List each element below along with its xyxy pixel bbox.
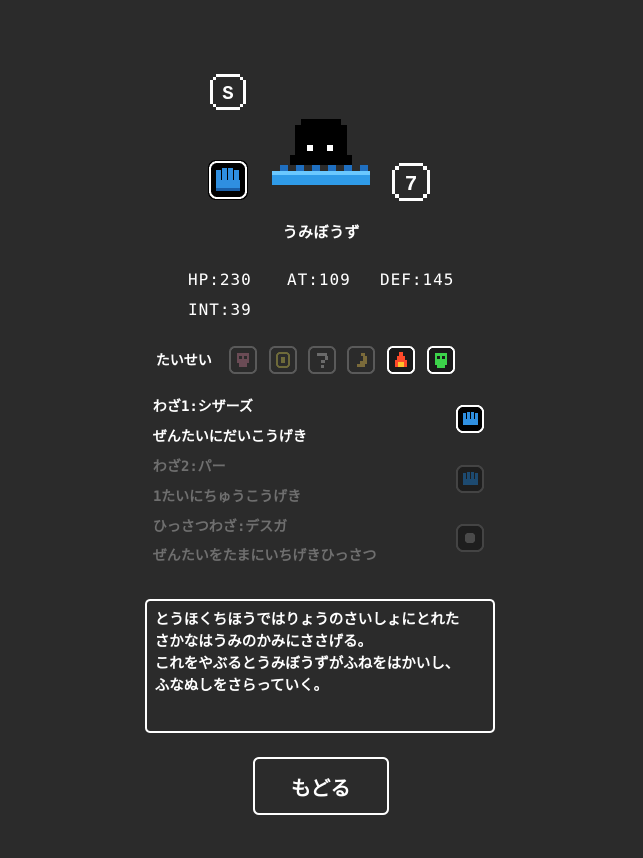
poison-icon bbox=[427, 346, 455, 374]
rank-badge: S bbox=[208, 72, 248, 112]
stat-int: INT:39 bbox=[188, 300, 252, 319]
skill1-scissors-icon bbox=[456, 405, 484, 433]
skill1-name: わざ1:シザーズ bbox=[153, 399, 254, 415]
skull-icon bbox=[229, 346, 257, 374]
level-badge: 7 bbox=[390, 161, 432, 203]
stat-def: DEF:145 bbox=[380, 270, 455, 289]
paralysis-icon bbox=[269, 346, 297, 374]
skill1-description: ぜんたいにだいこうげき bbox=[153, 429, 307, 445]
attack-type-icon bbox=[206, 158, 250, 202]
fire-icon bbox=[387, 346, 415, 374]
special-skill-description: ぜんたいをたまにいちげきひっさつ bbox=[153, 548, 377, 564]
monster-name: うみぼうず bbox=[282, 223, 361, 241]
skill2-name: わざ2:パー bbox=[153, 459, 226, 475]
stat-at: AT:109 bbox=[287, 270, 351, 289]
special-skill-name: ひっさつわざ:デスガ bbox=[153, 519, 288, 535]
rank-text: S bbox=[222, 83, 233, 105]
skill2-description: 1たいにちゅうこうげき bbox=[153, 489, 302, 505]
special-skill-dot-icon bbox=[456, 524, 484, 552]
monster-sprite bbox=[270, 115, 372, 187]
stat-hp: HP:230 bbox=[188, 270, 252, 289]
back-button[interactable]: もどる bbox=[253, 757, 389, 815]
monster-description: とうほくちほうではりょうのさいしょにとれた さかなはうみのかみにささげる。 これ… bbox=[145, 599, 495, 733]
sleep-moon-icon bbox=[347, 346, 375, 374]
confusion-icon bbox=[308, 346, 336, 374]
level-text: 7 bbox=[405, 174, 418, 197]
skill2-paper-icon bbox=[456, 465, 484, 493]
resistance-label: たいせい bbox=[156, 353, 212, 369]
